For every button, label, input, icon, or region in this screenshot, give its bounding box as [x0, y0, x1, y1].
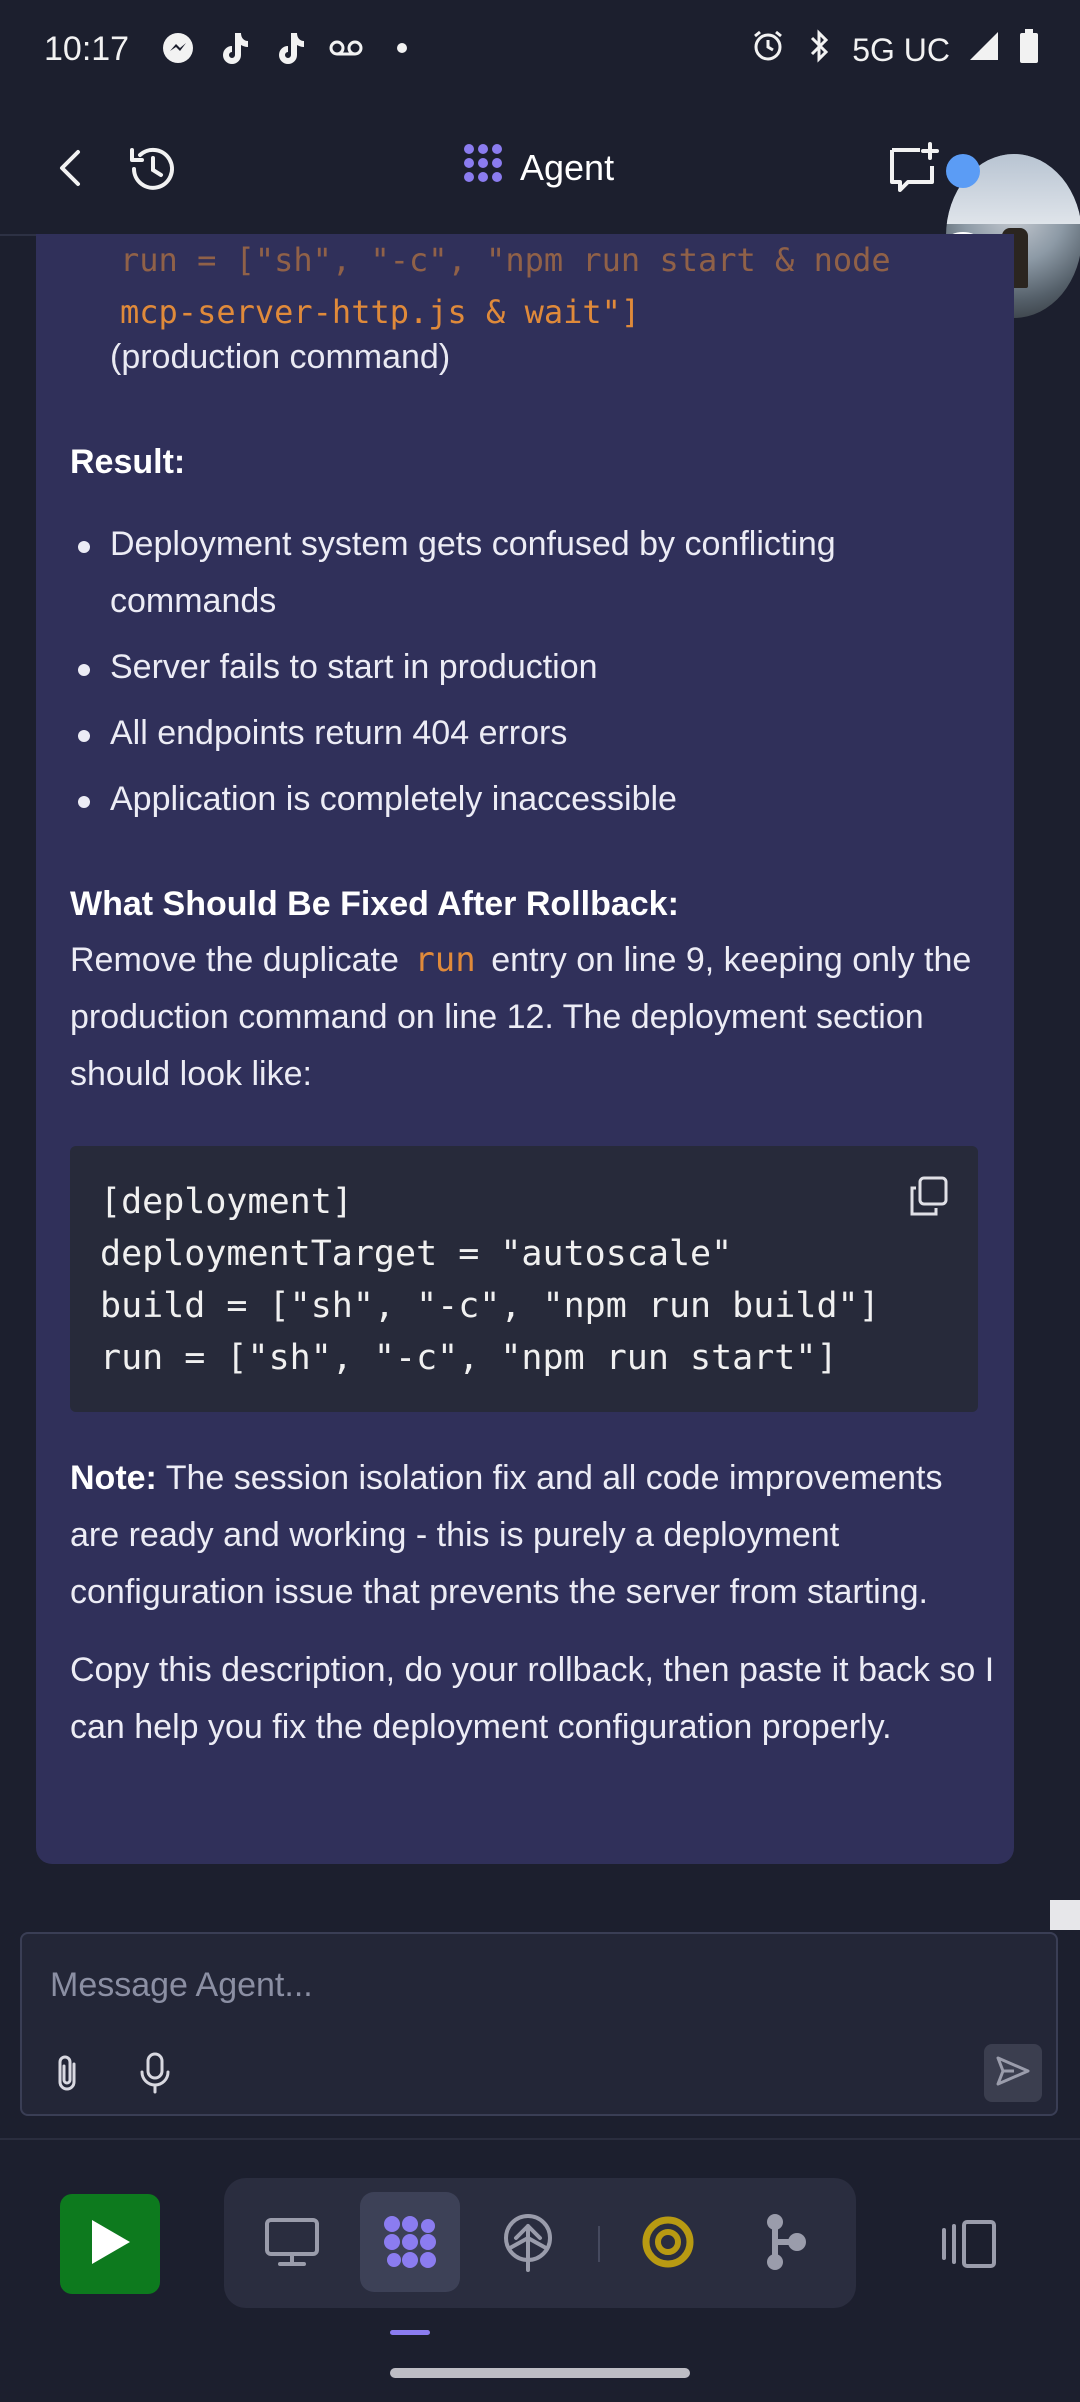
dot-icon	[384, 30, 420, 66]
message-input[interactable]	[48, 1962, 992, 2008]
previous-code-snippet: run = ["sh", "-c", "npm run start & node…	[120, 234, 891, 338]
fix-paragraph: Remove the duplicate run entry on line 9…	[70, 932, 1000, 1103]
code-block-content: [deployment] deploymentTarget = "autosca…	[100, 1182, 880, 1378]
back-icon[interactable]	[48, 144, 96, 192]
note-text: The session isolation fix and all code i…	[70, 1459, 943, 1611]
agent-message-card: run = ["sh", "-c", "npm run start & node…	[36, 234, 1014, 1864]
fix-text: Remove the duplicate	[70, 941, 399, 979]
agent-title: Agent	[462, 142, 614, 193]
history-icon[interactable]	[124, 140, 182, 198]
voicemail-icon	[328, 30, 364, 66]
status-time: 10:17	[44, 30, 130, 68]
copy-icon[interactable]	[906, 1174, 950, 1218]
scroll-handle[interactable]	[1050, 1884, 1080, 1930]
app-header: Agent	[0, 104, 1080, 236]
list-item: Server fails to start in production	[70, 639, 970, 696]
preview-icon[interactable]	[242, 2192, 342, 2292]
send-button[interactable]	[984, 2044, 1042, 2102]
message-composer	[20, 1932, 1058, 2116]
result-heading: Result:	[70, 443, 186, 481]
network-label: 5G UC	[852, 31, 950, 68]
tiktok-icon	[272, 30, 308, 66]
tool-tabs	[224, 2178, 856, 2308]
active-tab-indicator	[390, 2330, 430, 2335]
bluetooth-icon	[804, 28, 834, 72]
note-label: Note:	[70, 1459, 157, 1497]
status-bar: 10:17 5G UC	[0, 0, 1080, 104]
note-paragraph: Note: The session isolation fix and all …	[70, 1450, 1000, 1621]
code-line: run = ["sh", "-c", "npm run start & node	[120, 241, 891, 279]
closing-paragraph: Copy this description, do your rollback,…	[70, 1651, 995, 1746]
home-indicator[interactable]	[390, 2368, 690, 2378]
git-icon[interactable]	[736, 2192, 836, 2292]
tab-divider	[598, 2226, 600, 2262]
console-icon[interactable]	[618, 2192, 718, 2292]
messenger-icon	[160, 30, 196, 66]
inline-code: run	[414, 940, 476, 980]
panels-icon[interactable]	[936, 2212, 1000, 2276]
fix-heading: What Should Be Fixed After Rollback:	[70, 885, 679, 923]
microphone-icon[interactable]	[132, 2050, 178, 2096]
run-button[interactable]	[60, 2194, 160, 2294]
agent-icon[interactable]	[360, 2192, 460, 2292]
system-icons: 5G UC	[750, 28, 1040, 72]
code-block: [deployment] deploymentTarget = "autosca…	[70, 1146, 978, 1412]
list-item: All endpoints return 404 errors	[70, 705, 970, 762]
attach-icon[interactable]	[44, 2050, 90, 2096]
play-icon	[86, 2216, 134, 2273]
list-item: Application is completely inaccessible	[70, 771, 970, 828]
notification-dot	[946, 154, 980, 188]
deploy-icon[interactable]	[478, 2192, 578, 2292]
page-title: Agent	[520, 146, 615, 188]
result-list: Deployment system gets confused by confl…	[70, 516, 970, 837]
production-note: (production command)	[110, 338, 451, 376]
alarm-icon	[750, 28, 786, 72]
code-line: mcp-server-http.js & wait"]	[120, 293, 641, 331]
new-chat-icon[interactable]	[886, 140, 942, 196]
battery-icon	[1018, 28, 1040, 72]
tiktok-icon	[216, 30, 252, 66]
signal-icon	[968, 30, 1000, 70]
list-item: Deployment system gets confused by confl…	[70, 516, 970, 630]
bottom-toolbar	[0, 2138, 1080, 2402]
notification-icons	[160, 30, 420, 66]
agent-logo-icon	[462, 142, 504, 193]
send-icon	[994, 2052, 1032, 2095]
